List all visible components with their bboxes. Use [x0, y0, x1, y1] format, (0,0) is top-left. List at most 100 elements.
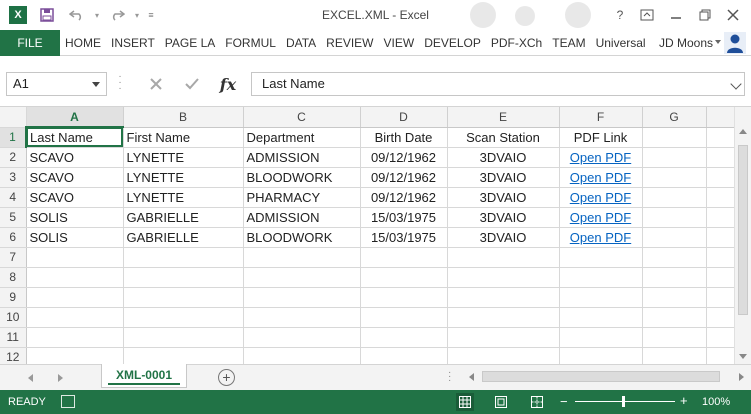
row-header[interactable]: 9	[0, 287, 27, 308]
tab-universal[interactable]: Universal	[591, 30, 651, 56]
cell[interactable]: ADMISSION	[243, 207, 361, 228]
pdf-link[interactable]: Open PDF	[559, 167, 643, 188]
zoom-level[interactable]: 100%	[702, 396, 730, 408]
restore-icon[interactable]	[692, 4, 718, 26]
formula-input[interactable]: Last Name	[251, 72, 745, 96]
cell[interactable]	[642, 147, 707, 168]
cell[interactable]: LYNETTE	[123, 187, 244, 208]
cell[interactable]	[706, 347, 735, 364]
row-header[interactable]: 11	[0, 327, 27, 348]
row-header[interactable]: 3	[0, 167, 27, 188]
worksheet-grid[interactable]: A B C D E F G 1 Last Name First Name Dep…	[0, 106, 751, 364]
cell[interactable]	[123, 247, 244, 268]
normal-view-icon[interactable]	[456, 393, 474, 411]
page-layout-view-icon[interactable]	[492, 393, 510, 411]
cell[interactable]	[559, 327, 643, 348]
tab-team[interactable]: TEAM	[547, 30, 590, 56]
cell[interactable]: GABRIELLE	[123, 227, 244, 248]
scrollbar-thumb[interactable]	[738, 145, 748, 315]
cell[interactable]	[706, 127, 735, 148]
cell[interactable]	[642, 187, 707, 208]
scrollbar-thumb[interactable]	[482, 371, 720, 382]
cell[interactable]	[642, 247, 707, 268]
cell[interactable]	[642, 327, 707, 348]
tab-home[interactable]: HOME	[60, 30, 106, 56]
cell[interactable]: 09/12/1962	[360, 167, 448, 188]
row-header[interactable]: 12	[0, 347, 27, 364]
cell[interactable]: ADMISSION	[243, 147, 361, 168]
column-header[interactable]	[706, 107, 735, 128]
sheet-tab-xml-0001[interactable]: XML-0001	[101, 364, 187, 388]
row-header[interactable]: 7	[0, 247, 27, 268]
cell[interactable]	[559, 307, 643, 328]
cell[interactable]	[123, 287, 244, 308]
cell[interactable]	[706, 287, 735, 308]
cell[interactable]	[243, 247, 361, 268]
tab-page-layout[interactable]: PAGE LA	[160, 30, 220, 56]
cell[interactable]	[123, 307, 244, 328]
cell[interactable]	[123, 347, 244, 364]
cell[interactable]	[26, 287, 124, 308]
macro-recording-icon[interactable]	[61, 395, 75, 408]
cell[interactable]	[360, 347, 448, 364]
page-break-preview-icon[interactable]	[528, 393, 546, 411]
cell[interactable]	[360, 267, 448, 288]
column-header[interactable]: E	[447, 107, 560, 128]
tab-formulas[interactable]: FORMUL	[220, 30, 281, 56]
cell[interactable]	[642, 307, 707, 328]
chevron-down-icon[interactable]	[715, 40, 721, 44]
tab-pdf-xchange[interactable]: PDF-XCh	[486, 30, 547, 56]
pdf-link[interactable]: Open PDF	[559, 227, 643, 248]
cell[interactable]	[706, 247, 735, 268]
help-icon[interactable]: ?	[607, 4, 633, 26]
cell[interactable]	[26, 347, 124, 364]
cell[interactable]: Scan Station	[447, 127, 560, 148]
cell[interactable]	[243, 267, 361, 288]
cell[interactable]: PHARMACY	[243, 187, 361, 208]
horizontal-scrollbar[interactable]	[466, 369, 744, 385]
cell[interactable]	[243, 327, 361, 348]
cell[interactable]	[447, 267, 560, 288]
zoom-out-button[interactable]: −	[560, 394, 568, 409]
tab-insert[interactable]: INSERT	[106, 30, 160, 56]
confirm-entry-icon[interactable]	[177, 72, 207, 96]
pdf-link[interactable]: Open PDF	[559, 147, 643, 168]
cell[interactable]: PDF Link	[559, 127, 643, 148]
cell[interactable]: LYNETTE	[123, 167, 244, 188]
zoom-slider[interactable]	[575, 401, 675, 402]
cell[interactable]	[26, 327, 124, 348]
cell[interactable]: SCAVO	[26, 147, 124, 168]
drag-handle-icon[interactable]: · · ·	[117, 72, 123, 94]
cell[interactable]: Last Name	[26, 127, 124, 148]
close-icon[interactable]	[720, 4, 746, 26]
zoom-slider-thumb[interactable]	[622, 396, 625, 407]
cell[interactable]	[123, 267, 244, 288]
cell[interactable]	[706, 207, 735, 228]
expand-formula-bar-icon[interactable]	[730, 78, 742, 90]
cell[interactable]	[360, 247, 448, 268]
cell[interactable]	[642, 347, 707, 364]
cell[interactable]: 15/03/1975	[360, 207, 448, 228]
row-header[interactable]: 6	[0, 227, 27, 248]
minimize-icon[interactable]	[663, 4, 689, 26]
column-header[interactable]: G	[642, 107, 707, 128]
cell[interactable]	[642, 127, 707, 148]
pdf-link[interactable]: Open PDF	[559, 187, 643, 208]
cell[interactable]: Department	[243, 127, 361, 148]
cell[interactable]	[559, 267, 643, 288]
cell[interactable]: 09/12/1962	[360, 147, 448, 168]
cell[interactable]	[642, 287, 707, 308]
row-header[interactable]: 5	[0, 207, 27, 228]
column-header[interactable]: D	[360, 107, 448, 128]
cell[interactable]	[642, 267, 707, 288]
cell[interactable]: SOLIS	[26, 227, 124, 248]
scroll-up-icon[interactable]	[739, 129, 747, 134]
cell[interactable]	[642, 167, 707, 188]
cell[interactable]	[706, 187, 735, 208]
name-box[interactable]: A1	[6, 72, 107, 96]
cell[interactable]: 09/12/1962	[360, 187, 448, 208]
row-header[interactable]: 2	[0, 147, 27, 168]
cell[interactable]	[243, 347, 361, 364]
zoom-in-button[interactable]: +	[680, 393, 688, 408]
cell[interactable]	[447, 347, 560, 364]
